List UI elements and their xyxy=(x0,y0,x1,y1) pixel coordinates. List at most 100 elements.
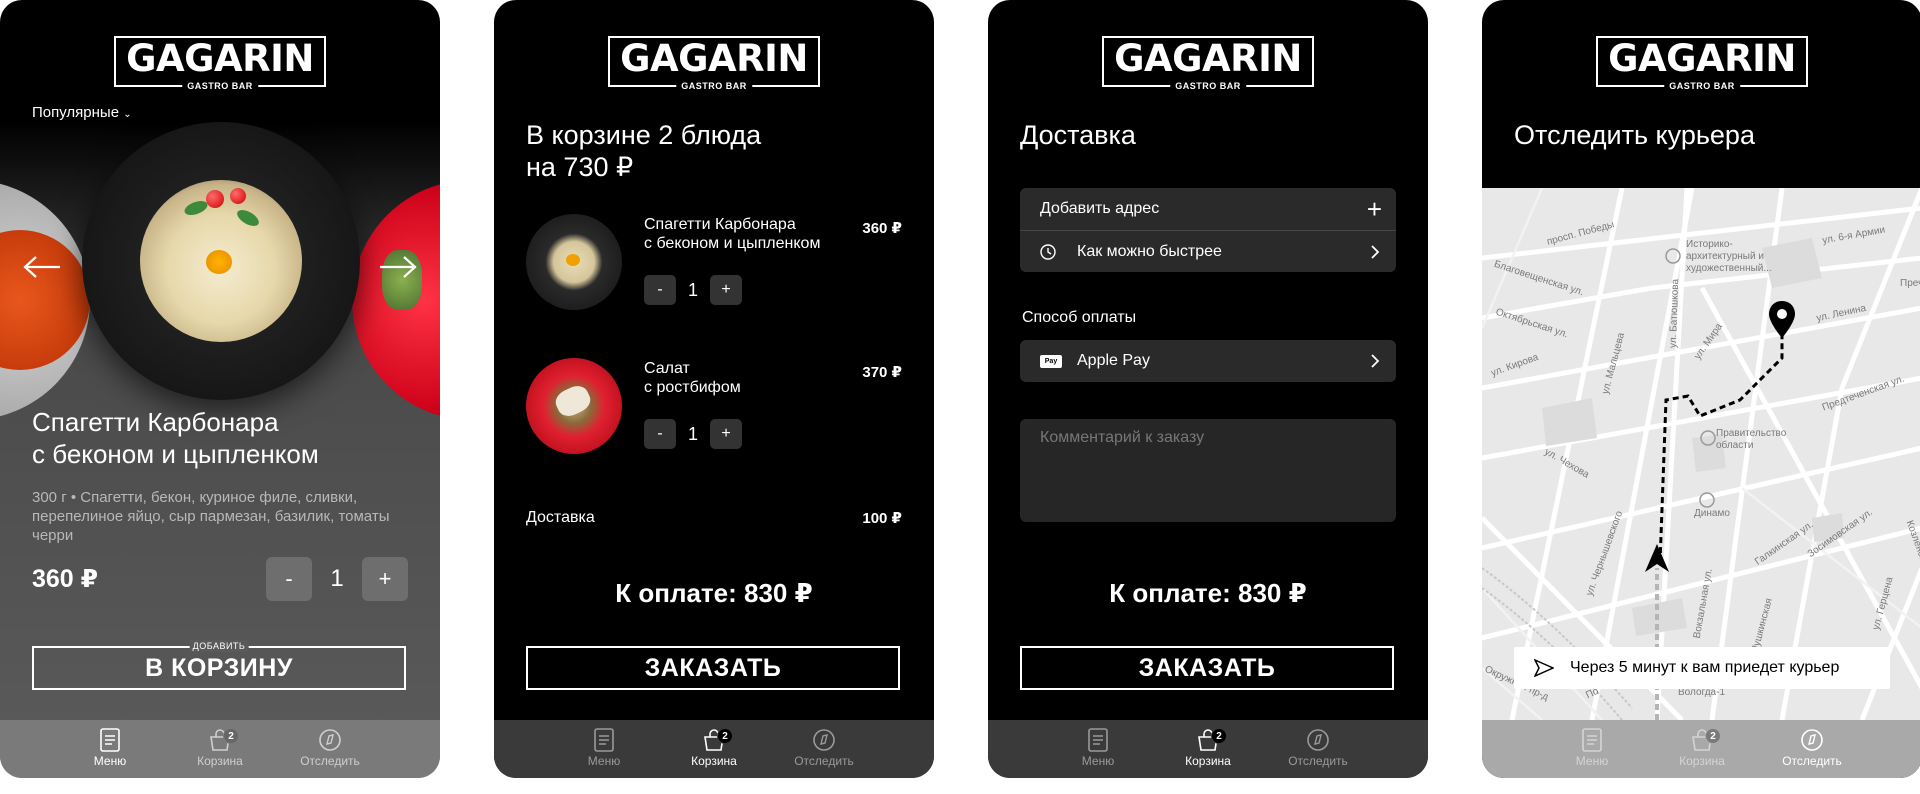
arrow-right-icon[interactable] xyxy=(378,255,418,279)
menu-icon xyxy=(100,728,120,752)
category-filter[interactable]: Популярные ⌄ xyxy=(32,104,132,121)
dish-image xyxy=(82,122,360,400)
chevron-right-icon xyxy=(1371,245,1380,259)
tab-track-label: Отследить xyxy=(300,754,360,768)
map-label: Пречи xyxy=(1900,278,1920,289)
cart-item-name: Спагетти Карбонара с беконом и цыпленком xyxy=(644,215,820,253)
page-title: Доставка xyxy=(1020,120,1136,150)
map[interactable]: просп. Победы Историко- архитектурный и … xyxy=(1482,188,1920,720)
tab-cart-label: Корзина xyxy=(1185,754,1231,768)
delivery-label: Доставка xyxy=(526,509,595,526)
tab-cart-label: Корзина xyxy=(691,754,737,768)
logo: GAGARIN GASTRO BAR xyxy=(1596,36,1808,92)
send-icon xyxy=(1534,659,1554,677)
quantity-stepper: - 1 + xyxy=(266,557,408,601)
tab-cart[interactable]: 2 Корзина xyxy=(1153,720,1263,778)
tab-track-label: Отследить xyxy=(794,754,854,768)
add-address-label: Добавить адрес xyxy=(1040,200,1160,217)
next-dish-image[interactable] xyxy=(352,180,440,420)
decrement-button[interactable]: - xyxy=(644,275,676,305)
tab-menu[interactable]: Меню xyxy=(55,720,165,778)
tab-track[interactable]: Отследить xyxy=(275,720,385,778)
map-label: Динамо xyxy=(1694,508,1730,519)
apple-pay-icon: Pay xyxy=(1040,355,1062,368)
order-total: К оплате: 830 ₽ xyxy=(615,578,813,608)
logo-text: GAGARIN xyxy=(1608,37,1796,80)
tab-menu-label: Меню xyxy=(1081,754,1115,768)
tab-bar: Меню 2 Корзина Отследить xyxy=(988,720,1428,778)
cart-badge: 2 xyxy=(1211,728,1227,744)
tab-menu-label: Меню xyxy=(1575,754,1609,768)
tab-track[interactable]: Отследить xyxy=(769,720,879,778)
chevron-down-icon: ⌄ xyxy=(123,109,132,120)
tab-track-label: Отследить xyxy=(1782,754,1842,768)
delivery-screen: GAGARIN GASTRO BAR Доставка Добавить адр… xyxy=(988,0,1428,778)
increment-button[interactable]: + xyxy=(362,557,408,601)
payment-method-row[interactable]: Pay Apple Pay xyxy=(1020,340,1396,382)
decrement-button[interactable]: - xyxy=(644,419,676,449)
map-label: Историко- архитектурный и художественный… xyxy=(1686,239,1772,274)
clock-icon xyxy=(1040,244,1056,260)
add-to-cart-button[interactable]: ДОБАВИТЬ В КОРЗИНУ xyxy=(32,640,406,690)
tab-cart[interactable]: 2 Корзина xyxy=(165,720,275,778)
quantity-value: 1 xyxy=(330,565,344,592)
tab-menu-label: Меню xyxy=(93,754,127,768)
dish-title: Спагетти Карбонара с беконом и цыпленком xyxy=(32,406,319,470)
payment-section-label: Способ оплаты xyxy=(1022,309,1137,326)
tab-track[interactable]: Отследить xyxy=(1263,720,1373,778)
cart-title-line1: В корзине 2 блюда xyxy=(526,120,762,150)
courier-arrow-icon xyxy=(1645,544,1669,572)
cart-badge: 2 xyxy=(1705,728,1721,744)
tab-menu[interactable]: Меню xyxy=(1537,720,1647,778)
logo-tagline: GASTRO BAR xyxy=(1170,81,1246,92)
page-title: Отследить курьера xyxy=(1514,120,1755,150)
delivery-price: 100 ₽ xyxy=(862,510,902,527)
cart-item-name-line2: с беконом и цыпленком xyxy=(644,235,821,252)
delivery-time-label: Как можно быстрее xyxy=(1077,243,1222,260)
logo-text: GAGARIN xyxy=(620,37,808,80)
tab-menu[interactable]: Меню xyxy=(1043,720,1153,778)
cart-badge: 2 xyxy=(223,728,239,744)
menu-icon xyxy=(1088,728,1108,752)
arrow-left-icon[interactable] xyxy=(22,255,62,279)
track-screen: GAGARIN GASTRO BAR Отследить курьера про… xyxy=(1482,0,1920,778)
map-label: Правительство области xyxy=(1716,428,1787,451)
tab-menu[interactable]: Меню xyxy=(549,720,659,778)
tab-menu-label: Меню xyxy=(587,754,621,768)
increment-button[interactable]: + xyxy=(710,275,742,305)
quantity-value: 1 xyxy=(687,279,698,300)
category-filter-label: Популярные xyxy=(32,104,120,121)
increment-button[interactable]: + xyxy=(710,419,742,449)
decrement-button[interactable]: - xyxy=(266,557,312,601)
cart-item-price: 370 ₽ xyxy=(862,364,902,381)
tab-bar: Меню 2 Корзина Отследить xyxy=(1482,720,1920,778)
place-order-button[interactable]: ЗАКАЗАТЬ xyxy=(1020,646,1394,690)
delivery-row: Доставка 100 ₽ xyxy=(526,509,902,527)
plus-icon: + xyxy=(1366,194,1382,224)
cart-item-image xyxy=(526,214,622,310)
comment-placeholder: Комментарий к заказу xyxy=(1040,429,1205,446)
add-to-cart-caption: ДОБАВИТЬ xyxy=(189,640,249,652)
prev-dish-image[interactable] xyxy=(0,180,90,420)
tab-cart[interactable]: 2 Корзина xyxy=(659,720,769,778)
logo: GAGARIN GASTRO BAR xyxy=(1102,36,1314,92)
logo: GAGARIN GASTRO BAR xyxy=(608,36,820,92)
cart-title-line2: на 730 ₽ xyxy=(526,152,634,182)
tab-cart[interactable]: 2 Корзина xyxy=(1647,720,1757,778)
compass-icon xyxy=(1801,729,1823,751)
logo-text: GAGARIN xyxy=(1114,37,1302,80)
logo: GAGARIN GASTRO BAR xyxy=(114,36,326,92)
cart-title: В корзине 2 блюда на 730 ₽ xyxy=(526,119,761,183)
place-order-button[interactable]: ЗАКАЗАТЬ xyxy=(526,646,900,690)
dish-title-line1: Спагетти Карбонара xyxy=(32,407,279,437)
cart-item-name: Салат с ростбифом xyxy=(644,359,741,397)
menu-screen: GAGARIN GASTRO BAR Популярные ⌄ Спагетти… xyxy=(0,0,440,778)
tab-track[interactable]: Отследить xyxy=(1757,720,1867,778)
delivery-time-row[interactable]: Как можно быстрее xyxy=(1020,230,1396,272)
comment-field[interactable]: Комментарий к заказу xyxy=(1020,419,1396,522)
menu-icon xyxy=(1582,728,1602,752)
add-address-row[interactable]: Добавить адрес + xyxy=(1020,188,1396,230)
tab-cart-label: Корзина xyxy=(1679,754,1725,768)
chevron-right-icon xyxy=(1371,354,1380,368)
dish-description: 300 г • Спагетти, бекон, куриное филе, с… xyxy=(32,489,390,544)
